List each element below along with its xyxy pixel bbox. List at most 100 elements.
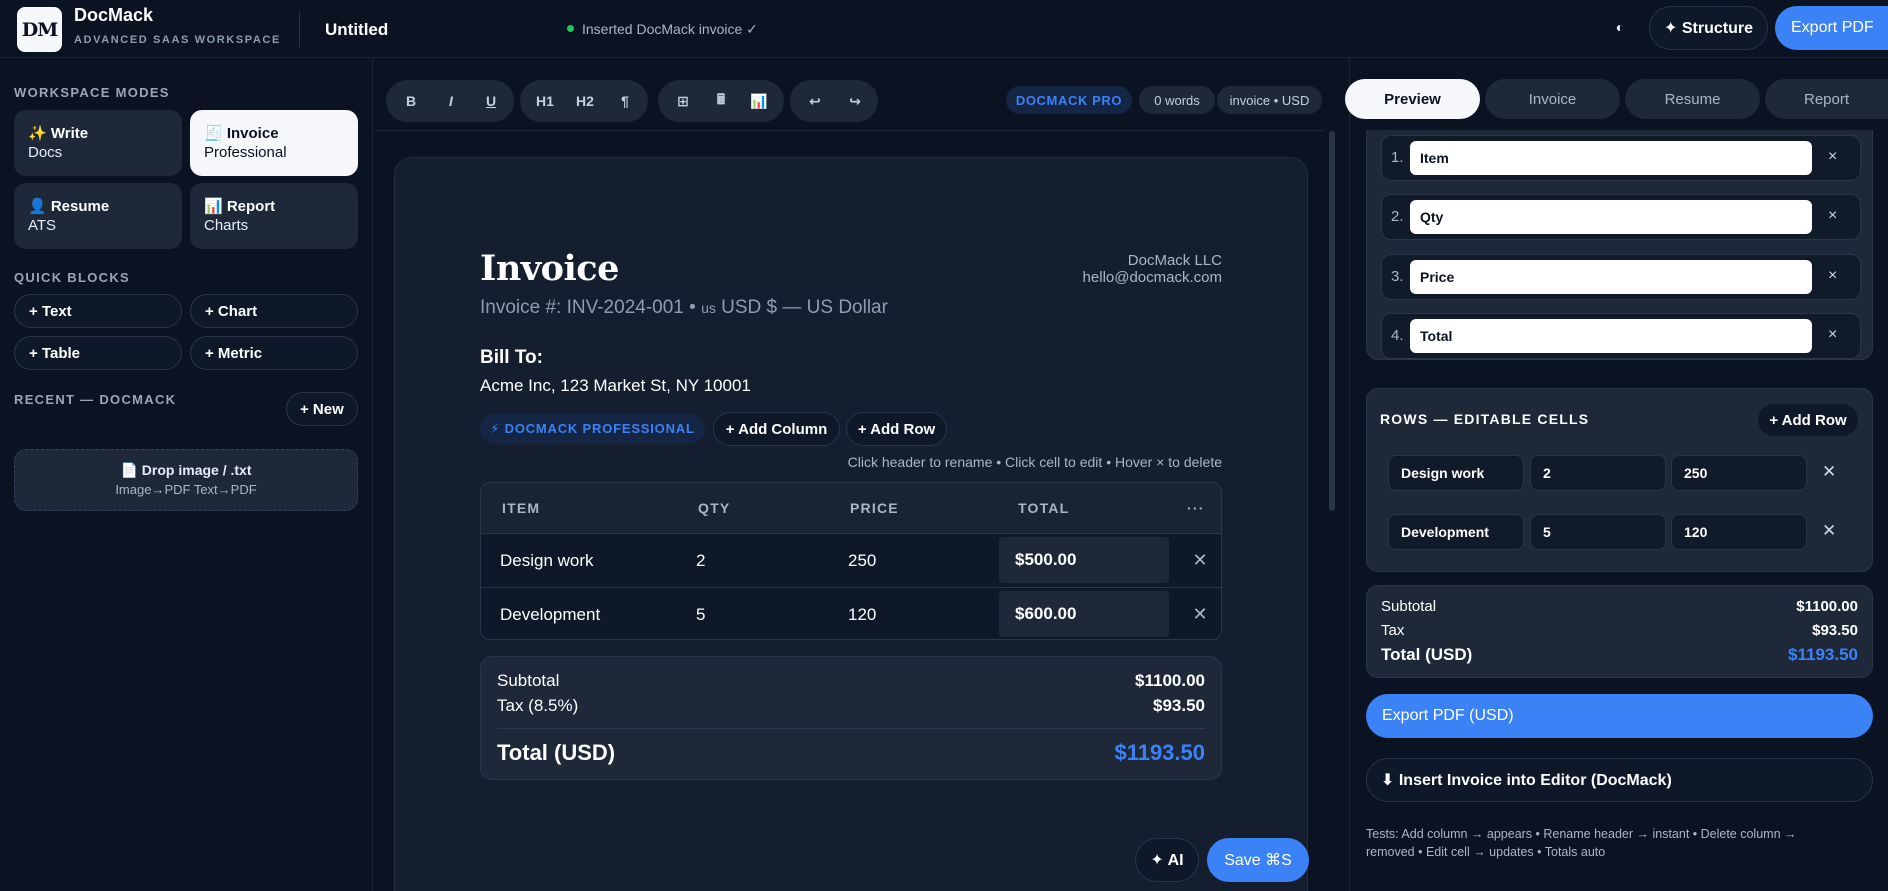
column-menu-icon[interactable]: ··· — [1187, 483, 1205, 533]
export-pdf-button[interactable]: Export PDF — [1775, 6, 1888, 50]
column-header-total[interactable]: TOTAL — [1018, 483, 1069, 533]
mode-write-card[interactable]: ✨ Write Docs — [14, 110, 182, 176]
invoice-title[interactable]: Invoice — [480, 248, 619, 289]
add-table-block-button[interactable]: + Table — [14, 336, 182, 370]
cell-item[interactable]: Development — [500, 588, 600, 639]
invoice-number[interactable]: Invoice #: INV-2024-001 • us USD $ — US … — [480, 297, 888, 319]
panel-subtotal-label: Subtotal — [1381, 598, 1437, 615]
mode-subtitle: Charts — [204, 217, 249, 234]
row-item-input[interactable]: Development — [1388, 514, 1524, 550]
cell-qty[interactable]: 5 — [696, 588, 705, 639]
editor-scrollbar[interactable] — [1329, 131, 1335, 511]
delete-column-icon[interactable]: × — [1828, 207, 1837, 225]
column-name-input[interactable]: Price — [1410, 260, 1812, 294]
delete-column-icon[interactable]: × — [1828, 148, 1837, 166]
theme-toggle-icon[interactable]: ◐ — [1612, 19, 1628, 35]
panel-total-value: $1193.50 — [1788, 645, 1858, 664]
drop-zone-subtitle: Image→PDF Text→PDF — [115, 482, 257, 497]
mode-resume-card[interactable]: 👤 Resume ATS — [14, 183, 182, 249]
underline-button[interactable]: U — [472, 80, 510, 122]
add-chart-block-button[interactable]: + Chart — [190, 294, 358, 328]
heading-group: H1 H2 ¶ — [520, 80, 648, 122]
panel-add-row-button[interactable]: + Add Row — [1758, 404, 1858, 436]
rows-editor-label: ROWS — EDITABLE CELLS — [1380, 411, 1590, 427]
tab-resume[interactable]: Resume — [1625, 79, 1760, 119]
delete-column-icon[interactable]: × — [1828, 326, 1837, 344]
file-drop-zone[interactable]: 📄 Drop image / .txt Image→PDF Text→PDF — [14, 449, 358, 511]
tax-value: $93.50 — [1153, 696, 1205, 715]
totals-divider — [497, 728, 1205, 729]
column-name-input[interactable]: Qty — [1410, 200, 1812, 234]
column-header-qty[interactable]: QTY — [698, 483, 730, 533]
row-qty-input[interactable]: 5 — [1530, 514, 1666, 550]
cell-qty[interactable]: 2 — [696, 534, 705, 587]
heading1-button[interactable]: H1 — [526, 80, 564, 122]
add-metric-block-button[interactable]: + Metric — [190, 336, 358, 370]
mode-title: 📊 Report — [204, 198, 276, 215]
undo-icon[interactable]: ↩ — [796, 80, 834, 122]
save-button[interactable]: Save ⌘S — [1207, 838, 1309, 882]
new-document-button[interactable]: + New — [286, 392, 358, 426]
table-hint: Click header to rename • Click cell to e… — [847, 454, 1222, 470]
insert-table-icon[interactable]: ⊞ — [664, 80, 702, 122]
document-title[interactable]: Untitled — [325, 20, 388, 40]
structure-button[interactable]: ✦ Structure — [1649, 6, 1768, 50]
quick-blocks-label: QUICK BLOCKS — [14, 270, 130, 285]
tab-invoice[interactable]: Invoice — [1485, 79, 1620, 119]
cell-price[interactable]: 250 — [848, 534, 876, 587]
bold-button[interactable]: B — [392, 80, 430, 122]
history-group: ↩ ↪ — [790, 80, 878, 122]
heading2-button[interactable]: H2 — [566, 80, 604, 122]
app-subtitle: ADVANCED SAAS WORKSPACE — [74, 34, 281, 46]
mode-invoice-card[interactable]: 🧾 Invoice Professional — [190, 110, 358, 176]
word-count-badge: 0 words — [1139, 86, 1215, 114]
insert-invoice-button[interactable]: ⬇ Insert Invoice into Editor (DocMack) — [1366, 758, 1873, 802]
subtotal-label: Subtotal — [497, 671, 560, 690]
mode-title: 🧾 Invoice — [204, 125, 279, 142]
editor-toolbar: B I U H1 H2 ¶ ⊞ 🖩 📊 ↩ ↪ DOCMACK PRO 0 wo… — [374, 59, 1324, 131]
delete-row-icon[interactable]: ✕ — [1822, 462, 1836, 482]
add-row-button[interactable]: + Add Row — [846, 412, 947, 446]
subtotal-value: $1100.00 — [1135, 671, 1205, 690]
app-name: DocMack — [74, 5, 154, 25]
row-price-input[interactable]: 250 — [1671, 455, 1807, 491]
cell-item[interactable]: Design work — [500, 534, 594, 587]
bill-to-address[interactable]: Acme Inc, 123 Market St, NY 10001 — [480, 376, 751, 396]
docmack-logo-icon[interactable]: DM — [17, 7, 62, 52]
tab-preview[interactable]: Preview — [1345, 79, 1480, 119]
cell-price[interactable]: 120 — [848, 588, 876, 639]
column-editor-row: 1. Item × — [1381, 135, 1861, 181]
insert-calculator-icon[interactable]: 🖩 — [702, 80, 740, 122]
delete-row-icon[interactable]: ✕ — [1177, 588, 1221, 639]
delete-column-icon[interactable]: × — [1828, 267, 1837, 285]
pro-badge: DOCMACK PRO — [1006, 86, 1132, 114]
currency-label: USD $ — US Dollar — [715, 297, 888, 318]
redo-icon[interactable]: ↪ — [836, 80, 874, 122]
paragraph-button[interactable]: ¶ — [606, 80, 644, 122]
cell-total: $600.00 — [999, 591, 1169, 637]
row-item-input[interactable]: Design work — [1388, 455, 1524, 491]
ai-button[interactable]: ✦ AI — [1135, 838, 1199, 882]
delete-row-icon[interactable]: ✕ — [1822, 521, 1836, 541]
tests-note: Tests: Add column → appears • Rename hea… — [1366, 827, 1797, 859]
column-index: 1. — [1391, 149, 1404, 166]
panel-tax-value: $93.50 — [1812, 622, 1858, 639]
tab-report[interactable]: Report — [1765, 79, 1888, 119]
add-column-button[interactable]: + Add Column — [713, 412, 840, 446]
doc-type-badge: invoice • USD — [1217, 86, 1322, 114]
column-name-input[interactable]: Total — [1410, 319, 1812, 353]
column-header-price[interactable]: PRICE — [850, 483, 899, 533]
column-header-item[interactable]: ITEM — [502, 483, 540, 533]
mode-title: ✨ Write — [28, 125, 89, 142]
insert-chart-icon[interactable]: 📊 — [740, 80, 778, 122]
row-price-input[interactable]: 120 — [1671, 514, 1807, 550]
mode-subtitle: ATS — [28, 217, 57, 234]
add-text-block-button[interactable]: + Text — [14, 294, 182, 328]
delete-row-icon[interactable]: ✕ — [1177, 534, 1221, 587]
column-name-input[interactable]: Item — [1410, 141, 1812, 175]
panel-export-pdf-button[interactable]: Export PDF (USD) — [1366, 694, 1873, 738]
mode-title: 👤 Resume — [28, 198, 110, 215]
row-qty-input[interactable]: 2 — [1530, 455, 1666, 491]
italic-button[interactable]: I — [432, 80, 470, 122]
mode-report-card[interactable]: 📊 Report Charts — [190, 183, 358, 249]
